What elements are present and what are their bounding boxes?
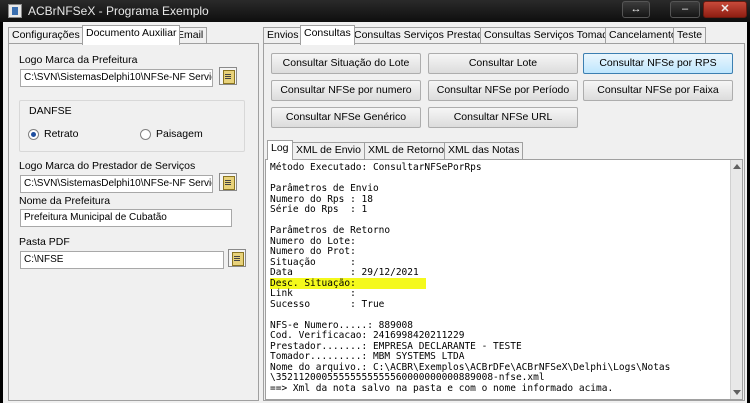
tab-teste[interactable]: Teste xyxy=(673,27,707,44)
log-memo[interactable]: Método Executado: ConsultarNFSePorRps Par… xyxy=(265,159,743,400)
restore-button[interactable]: ↔ xyxy=(622,1,650,18)
tab-xml-retorno[interactable]: XML de Retorno xyxy=(364,142,449,159)
close-button[interactable]: ✕ xyxy=(703,1,747,18)
title-bar: ACBrNFSeX - Programa Exemplo ↔ – ✕ xyxy=(0,0,750,22)
consultar-nfse-por-numero-button[interactable]: Consultar NFSe por numero xyxy=(271,80,421,101)
log-text[interactable]: Método Executado: ConsultarNFSePorRps Par… xyxy=(266,160,742,399)
logo-prefeitura-label: Logo Marca da Prefeitura xyxy=(19,54,138,66)
minimize-button[interactable]: – xyxy=(670,1,700,18)
logo-prestador-input[interactable]: C:\SVN\SistemasDelphi10\NFSe-NF Servico … xyxy=(20,175,213,193)
documento-auxiliar-panel: Logo Marca da Prefeitura C:\SVN\Sistemas… xyxy=(8,43,259,401)
tab-xml-notas[interactable]: XML das Notas xyxy=(444,142,524,159)
window-title: ACBrNFSeX - Programa Exemplo xyxy=(28,4,209,18)
pasta-pdf-input[interactable]: C:\NFSE xyxy=(20,251,224,269)
paisagem-label: Paisagem xyxy=(156,128,203,140)
nome-prefeitura-label: Nome da Prefeitura xyxy=(19,195,111,207)
right-tabbar: Envios Consultas Consultas Serviços Pres… xyxy=(263,25,743,45)
browse-logo-prefeitura-button[interactable] xyxy=(219,67,237,85)
logo-prestador-label: Logo Marca do Prestador de Serviços xyxy=(19,160,196,172)
tab-configuracoes[interactable]: Configurações xyxy=(8,27,84,44)
consultar-nfse-url-button[interactable]: Consultar NFSe URL xyxy=(428,107,578,128)
log-line: Sucesso : True xyxy=(270,298,385,310)
tab-xml-envio[interactable]: XML de Envio xyxy=(292,142,365,159)
log-line: Data : 29/12/2021 xyxy=(270,267,419,278)
tab-consultas[interactable]: Consultas xyxy=(300,25,355,45)
tab-documento-auxiliar[interactable]: Documento Auxiliar xyxy=(82,25,181,45)
tab-cancelamento[interactable]: Cancelamento xyxy=(605,27,681,44)
consultar-lote-button[interactable]: Consultar Lote xyxy=(428,53,578,74)
danfse-label: DANFSE xyxy=(29,105,72,117)
log-tabbar: Log XML de Envio XML de Retorno XML das … xyxy=(265,140,735,160)
logo-prefeitura-input[interactable]: C:\SVN\SistemasDelphi10\NFSe-NF Servico … xyxy=(20,69,213,87)
log-line: Método Executado: ConsultarNFSePorRps xyxy=(270,162,482,173)
browse-logo-prestador-button[interactable] xyxy=(219,173,237,191)
log-line: ==> Xml da nota salvo na pasta e com o n… xyxy=(270,382,614,394)
consultar-nfse-por-periodo-button[interactable]: Consultar NFSe por Período xyxy=(428,80,578,101)
tab-envios[interactable]: Envios xyxy=(263,27,303,44)
nome-prefeitura-input[interactable]: Prefeitura Municipal de Cubatão xyxy=(20,209,232,227)
tab-consultas-servicos-tomados[interactable]: Consultas Serviços Tomados xyxy=(480,27,624,44)
consultar-situacao-lote-button[interactable]: Consultar Situação do Lote xyxy=(271,53,421,74)
consultar-nfse-generico-button[interactable]: Consultar NFSe Genérico xyxy=(271,107,421,128)
consultar-nfse-por-faixa-button[interactable]: Consultar NFSe por Faixa xyxy=(583,80,733,101)
pasta-pdf-label: Pasta PDF xyxy=(19,236,70,248)
left-tabbar: Configurações Documento Auxiliar Email xyxy=(8,25,258,45)
danfse-group: DANFSE Retrato Paisagem xyxy=(19,100,245,152)
consultar-nfse-por-rps-button[interactable]: Consultar NFSe por RPS xyxy=(583,53,733,74)
paisagem-radio[interactable] xyxy=(140,129,151,140)
tab-log[interactable]: Log xyxy=(267,140,293,160)
app-icon xyxy=(8,4,22,18)
log-line: Série do Rps : 1 xyxy=(270,204,368,215)
browse-pasta-pdf-button[interactable] xyxy=(228,249,246,267)
main-window: Configurações Documento Auxiliar Email L… xyxy=(3,22,747,403)
retrato-label: Retrato xyxy=(44,128,79,140)
log-scrollbar[interactable] xyxy=(730,160,742,399)
tab-consultas-servicos-prestados[interactable]: Consultas Serviços Prestados xyxy=(350,27,499,44)
consultas-panel: Consultar Situação do Lote Consultar Lot… xyxy=(263,43,745,401)
retrato-radio[interactable] xyxy=(28,129,39,140)
